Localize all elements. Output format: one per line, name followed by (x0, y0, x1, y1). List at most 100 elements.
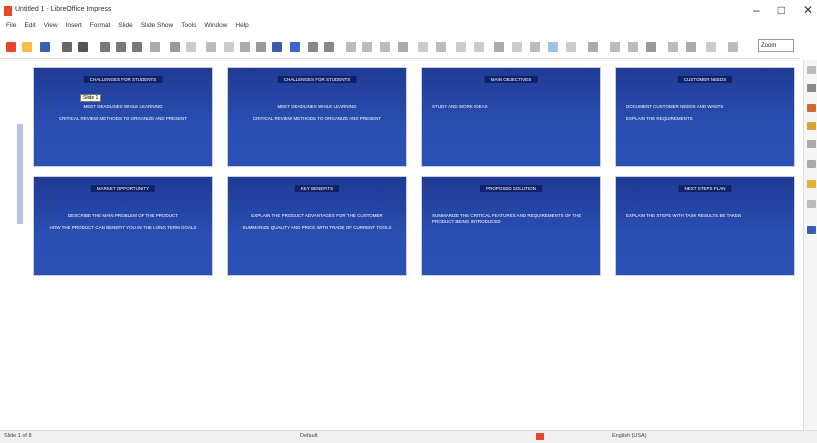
menu-insert[interactable]: Insert (66, 22, 82, 29)
slide-thumbnail-2[interactable]: Challenges for Students Meet Deadlines W… (228, 68, 406, 166)
basic-shapes-icon[interactable] (668, 42, 678, 52)
table-icon[interactable] (308, 42, 318, 52)
properties-icon[interactable] (807, 84, 816, 92)
gallery-icon[interactable] (807, 180, 816, 188)
textbox-icon[interactable] (362, 42, 372, 52)
sidebar-menu-icon[interactable] (807, 66, 816, 74)
slide-body: Describe the Main Problem of the Product… (49, 213, 197, 230)
menu-slide-show[interactable]: Slide Show (141, 22, 174, 29)
slide-title: Main Objectives (484, 76, 538, 83)
lines-icon[interactable] (436, 42, 446, 52)
slide-title: Next Steps Plan (678, 185, 732, 192)
slide-body: Study and Work Ideas (432, 104, 488, 109)
slide-title: Challenges for Students (83, 76, 163, 83)
doc-modified-icon (536, 433, 544, 440)
menu-edit[interactable]: Edit (24, 22, 35, 29)
menu-view[interactable]: View (44, 22, 58, 29)
slide-thumbnail-1[interactable]: Challenges for Students Slide 1 Meet Dea… (34, 68, 212, 166)
navigator-icon[interactable] (686, 42, 696, 52)
start-slideshow-icon[interactable] (272, 42, 282, 52)
chart-icon[interactable] (346, 42, 356, 52)
slide-tooltip: Slide 1 (80, 94, 102, 102)
export-pdf-icon[interactable] (62, 42, 72, 52)
status-bar: Slide 1 of 8 Default English (USA) (0, 430, 817, 443)
master-slides-icon[interactable] (807, 140, 816, 148)
slide-title: Proposed Solution (480, 185, 542, 192)
sidebar-toggle-icon[interactable] (706, 42, 716, 52)
slide-thumbnail-6[interactable]: Key Benefits Explain the Product Advanta… (228, 177, 406, 275)
slide-transition-icon[interactable] (807, 104, 816, 112)
slide-title: Challenges for Students (277, 76, 357, 83)
shapes-panel-icon[interactable] (807, 226, 816, 234)
slide-body: Meet Deadlines While Learning Critical R… (58, 104, 188, 121)
print-icon[interactable] (78, 42, 88, 52)
selection-highlight (17, 124, 23, 224)
slide-thumbnail-8[interactable]: Next Steps Plan Explain the Steps with T… (616, 177, 794, 275)
styles-icon[interactable] (807, 160, 816, 168)
spelling-icon[interactable] (206, 42, 216, 52)
slide-body: Explain the Steps with Task Results Be T… (626, 213, 742, 218)
redo-icon[interactable] (186, 42, 196, 52)
window-controls: – □ ✕ (753, 3, 813, 17)
new-icon[interactable] (6, 42, 16, 52)
paste-icon[interactable] (132, 42, 142, 52)
menu-slide[interactable]: Slide (118, 22, 132, 29)
hyperlink-icon[interactable] (418, 42, 428, 52)
master-layout: Default (300, 433, 318, 439)
standard-toolbar (0, 36, 800, 59)
align-icon[interactable] (512, 42, 522, 52)
menu-format[interactable]: Format (90, 22, 111, 29)
menu-file[interactable]: File (6, 22, 16, 29)
image-icon[interactable] (324, 42, 334, 52)
zoom-field[interactable]: Zoom (758, 39, 794, 52)
navigator-panel-icon[interactable] (807, 200, 816, 208)
open-icon[interactable] (22, 42, 32, 52)
toggle-extrusion-icon[interactable] (566, 42, 576, 52)
grid-icon[interactable] (224, 42, 234, 52)
menu-tools[interactable]: Tools (181, 22, 196, 29)
master-slide-icon[interactable] (256, 42, 266, 52)
cut-icon[interactable] (100, 42, 110, 52)
slide-thumbnail-4[interactable]: Customer Needs Document Customer Needs a… (616, 68, 794, 166)
special-char-icon[interactable] (380, 42, 390, 52)
language-status[interactable]: English (USA) (612, 433, 647, 439)
slide-count: Slide 1 of 8 (4, 433, 32, 439)
impress-app-icon (4, 6, 12, 16)
helplines-icon[interactable] (628, 42, 638, 52)
save-icon[interactable] (40, 42, 50, 52)
shadow-icon[interactable] (728, 42, 738, 52)
slide-thumbnail-3[interactable]: Main Objectives Study and Work Ideas (422, 68, 600, 166)
comment-icon[interactable] (588, 42, 598, 52)
slide-body: Document Customer Needs and Wants Explai… (626, 104, 724, 121)
sidebar-deck (803, 60, 817, 432)
maximize-button[interactable]: □ (778, 3, 785, 17)
slide-title: Customer Needs (677, 76, 733, 83)
snap-icon[interactable] (610, 42, 620, 52)
arrows-icon[interactable] (456, 42, 466, 52)
slide-body: Meet Deadlines While Learning Critical R… (252, 104, 382, 121)
title-bar: Untitled 1 - LibreOffice Impress – □ ✕ (0, 0, 817, 22)
menu-bar: File Edit View Insert Format Slide Slide… (0, 22, 817, 34)
slide-body: Explain the Product Advantages for the C… (242, 213, 392, 230)
slide-thumbnail-7[interactable]: Proposed Solution Summarize the Critical… (422, 177, 600, 275)
menu-window[interactable]: Window (204, 22, 227, 29)
arrange-icon[interactable] (530, 42, 540, 52)
display-views-icon[interactable] (240, 42, 250, 52)
slide-title: Key Benefits (294, 185, 340, 192)
show-gluepoint-icon[interactable] (548, 42, 558, 52)
window-title: Untitled 1 - LibreOffice Impress (15, 6, 112, 13)
fontwork-icon[interactable] (398, 42, 408, 52)
animation-icon[interactable] (807, 122, 816, 130)
clone-icon[interactable] (150, 42, 160, 52)
zoom-pan-icon[interactable] (646, 42, 656, 52)
menu-help[interactable]: Help (235, 22, 248, 29)
slide-body: Summarize the Critical Features and Requ… (432, 213, 582, 224)
close-button[interactable]: ✕ (803, 3, 813, 17)
slide-thumbnail-5[interactable]: Market Opportunity Describe the Main Pro… (34, 177, 212, 275)
slide-layout-icon[interactable] (290, 42, 300, 52)
copy-icon[interactable] (116, 42, 126, 52)
undo-icon[interactable] (170, 42, 180, 52)
transform-icon[interactable] (494, 42, 504, 52)
minimize-button[interactable]: – (753, 3, 760, 17)
shapes-icon[interactable] (474, 42, 484, 52)
